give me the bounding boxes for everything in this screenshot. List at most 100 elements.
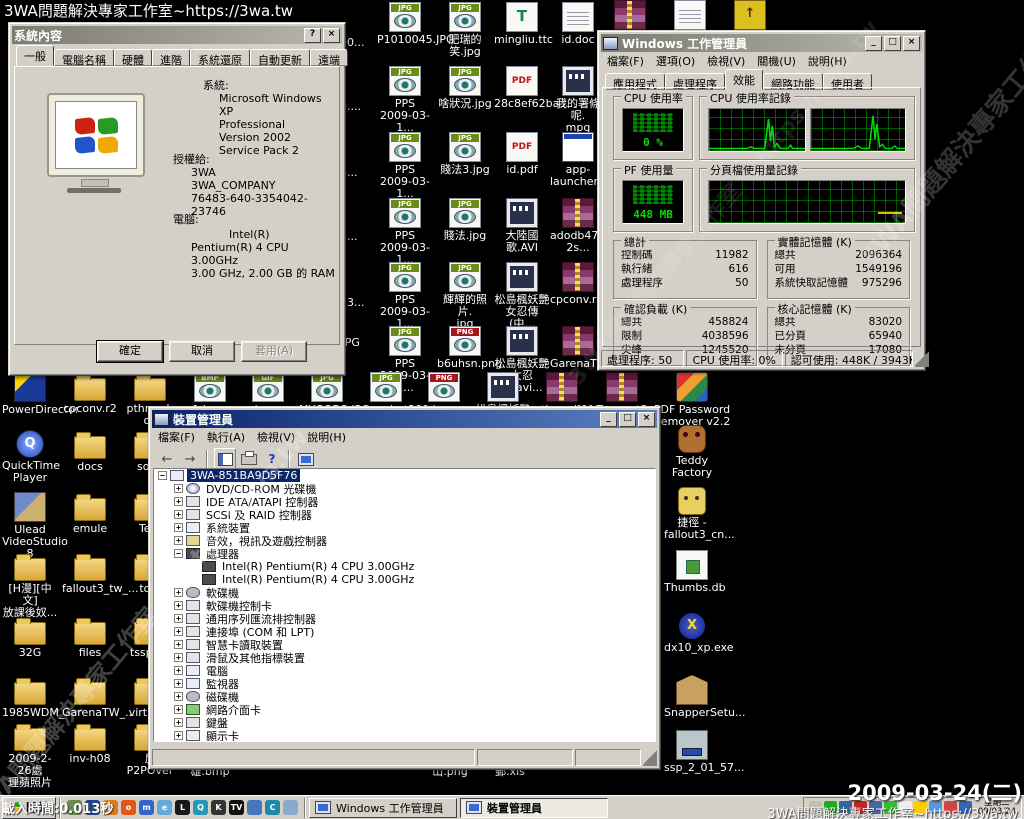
desktop-icon[interactable]: 32G xyxy=(2,616,58,659)
menu-item[interactable]: 關機(U) xyxy=(757,53,796,69)
help-icon[interactable]: ? xyxy=(304,28,321,43)
tab-自動更新[interactable]: 自動更新 xyxy=(250,49,310,66)
tree-expand-icon[interactable]: + xyxy=(174,640,183,649)
tab-電腦名稱[interactable]: 電腦名稱 xyxy=(54,49,114,66)
tray-icon[interactable] xyxy=(884,801,897,814)
cancel-button[interactable]: 取消 xyxy=(169,341,235,362)
quicklaunch-icon[interactable] xyxy=(247,800,262,815)
desktop-icon[interactable]: QuickTime Player xyxy=(2,430,58,484)
taskbar-button[interactable]: Windows 工作管理員 xyxy=(309,798,457,818)
tree-expand-icon[interactable]: + xyxy=(174,679,183,688)
tree-expand-icon[interactable]: + xyxy=(174,510,183,519)
show-console-tree-icon[interactable] xyxy=(214,448,236,470)
forward-icon[interactable]: → xyxy=(180,449,200,469)
quicklaunch-icon[interactable]: o xyxy=(121,800,136,815)
desktop-icon[interactable]: JPG賤法3.jpg xyxy=(437,132,493,176)
tray-icon[interactable] xyxy=(944,801,957,814)
quicklaunch-icon[interactable] xyxy=(85,800,100,815)
desktop-icon[interactable]: 1985WDM_... xyxy=(2,676,58,719)
minimize-icon[interactable]: _ xyxy=(865,36,882,51)
tree-expand-icon[interactable]: + xyxy=(174,536,183,545)
maximize-icon[interactable]: □ xyxy=(884,36,901,51)
menu-item[interactable]: 檢視(V) xyxy=(257,429,295,445)
tree-expand-icon[interactable]: + xyxy=(174,627,183,636)
tree-item[interactable]: −處理器 xyxy=(154,547,655,560)
desktop-icon[interactable]: cpconv.r2 xyxy=(62,372,118,415)
desktop-icon[interactable]: mingliu.ttc xyxy=(494,2,550,46)
quicklaunch-icon[interactable] xyxy=(67,800,82,815)
back-icon[interactable]: ← xyxy=(157,449,177,469)
desktop-icon[interactable]: Teddy Factory xyxy=(664,425,720,479)
tree-expand-icon[interactable]: + xyxy=(174,484,183,493)
tab-遠端[interactable]: 遠端 xyxy=(310,49,348,66)
tray-icon[interactable] xyxy=(929,801,942,814)
tree-expand-icon[interactable]: + xyxy=(174,705,183,714)
desktop-icon[interactable]: JPGPPS 2009-03-1... xyxy=(377,132,433,200)
tray-icon[interactable] xyxy=(854,801,867,814)
task-manager-titlebar[interactable]: Windows 工作管理員 _ □ × xyxy=(601,34,922,52)
desktop-icon[interactable]: JPG輝輝的照片. jpg xyxy=(437,262,493,330)
tree-expand-icon[interactable]: − xyxy=(158,471,167,480)
menu-item[interactable]: 選項(O) xyxy=(656,53,695,69)
desktop-icon[interactable]: SnapperSetu... xyxy=(664,675,720,719)
quicklaunch-icon[interactable]: L xyxy=(175,800,190,815)
tab-一般[interactable]: 一般 xyxy=(16,45,54,66)
desktop-icon[interactable]: inv-h08 xyxy=(62,722,118,765)
desktop-icon[interactable]: ssp_2_01_57... xyxy=(664,730,720,774)
device-manager-titlebar[interactable]: 裝置管理員 _ □ × xyxy=(152,410,657,428)
close-icon[interactable]: × xyxy=(638,412,655,427)
tray-icon[interactable] xyxy=(839,801,852,814)
minimize-icon[interactable]: _ xyxy=(600,412,617,427)
tree-expand-icon[interactable]: + xyxy=(174,718,183,727)
close-icon[interactable]: × xyxy=(323,28,340,43)
tray-icon[interactable] xyxy=(899,801,912,814)
tab-系統還原[interactable]: 系統還原 xyxy=(190,49,250,66)
menu-item[interactable]: 執行(A) xyxy=(207,429,245,445)
quicklaunch-icon[interactable]: C xyxy=(265,800,280,815)
tray-icon[interactable] xyxy=(869,801,882,814)
desktop-icon[interactable]: PDF Password Remover v2.2 xyxy=(649,372,735,428)
tree-expand-icon[interactable]: + xyxy=(174,731,183,740)
menu-item[interactable]: 說明(H) xyxy=(808,53,847,69)
close-icon[interactable]: × xyxy=(903,36,920,51)
desktop-icon[interactable]: 松島楓妖艷 女忍傳(中... xyxy=(494,262,550,330)
menu-item[interactable]: 檔案(F) xyxy=(607,53,644,69)
desktop-icon[interactable]: JPG肥瑞的笑.jpg xyxy=(437,2,493,58)
resize-grip[interactable] xyxy=(643,749,657,766)
quicklaunch-icon[interactable]: TV xyxy=(229,800,244,815)
desktop-icon[interactable]: 28c8ef62ba3... xyxy=(494,66,550,110)
ok-button[interactable]: 確定 xyxy=(97,341,163,362)
desktop-icon[interactable]: PNGb6uhsn.png xyxy=(437,326,493,370)
quicklaunch-icon[interactable]: e xyxy=(157,800,172,815)
desktop-icon[interactable] xyxy=(602,0,658,30)
maximize-icon[interactable]: □ xyxy=(619,412,636,427)
computer-properties-icon[interactable] xyxy=(296,449,316,469)
menu-item[interactable]: 說明(H) xyxy=(307,429,346,445)
desktop-icon[interactable]: JPG賤法.jpg xyxy=(437,198,493,242)
desktop-icon[interactable]: fallout3_tw_... xyxy=(62,552,118,595)
tab-硬體[interactable]: 硬體 xyxy=(114,49,152,66)
desktop-icon[interactable]: 大陸國歌.AVI xyxy=(494,198,550,254)
start-button[interactable]: 開始 xyxy=(2,797,56,819)
desktop-icon[interactable]: files xyxy=(62,616,118,659)
tab-效能[interactable]: 效能 xyxy=(725,69,763,90)
tree-expand-icon[interactable]: + xyxy=(174,653,183,662)
tree-item[interactable]: +顯示卡 xyxy=(154,729,655,742)
print-icon[interactable] xyxy=(239,449,259,469)
tree-expand-icon[interactable]: + xyxy=(174,497,183,506)
quicklaunch-icon[interactable] xyxy=(283,800,298,815)
desktop-icon[interactable]: emule xyxy=(62,492,118,535)
tray-icon[interactable] xyxy=(809,801,822,814)
desktop-icon[interactable]: JPGPPS 2009-03-1... xyxy=(377,66,433,134)
desktop-icon[interactable]: [H漫][中文] 放課後奴... xyxy=(2,552,58,619)
quicklaunch-icon[interactable]: f xyxy=(103,800,118,815)
tree-expand-icon[interactable]: + xyxy=(174,601,183,610)
tree-expand-icon[interactable]: + xyxy=(174,523,183,532)
desktop-icon[interactable]: PowerDirector xyxy=(2,372,58,416)
tree-expand-icon[interactable]: − xyxy=(174,549,183,558)
desktop-icon[interactable]: 捷徑 - fallout3_cn... xyxy=(664,487,720,541)
tree-item[interactable]: Intel(R) Pentium(R) 4 CPU 3.00GHz xyxy=(154,560,655,573)
help-icon[interactable]: ? xyxy=(262,449,282,469)
desktop-icon[interactable] xyxy=(662,0,718,30)
desktop-icon[interactable]: dx10_xp.exe xyxy=(664,612,720,654)
